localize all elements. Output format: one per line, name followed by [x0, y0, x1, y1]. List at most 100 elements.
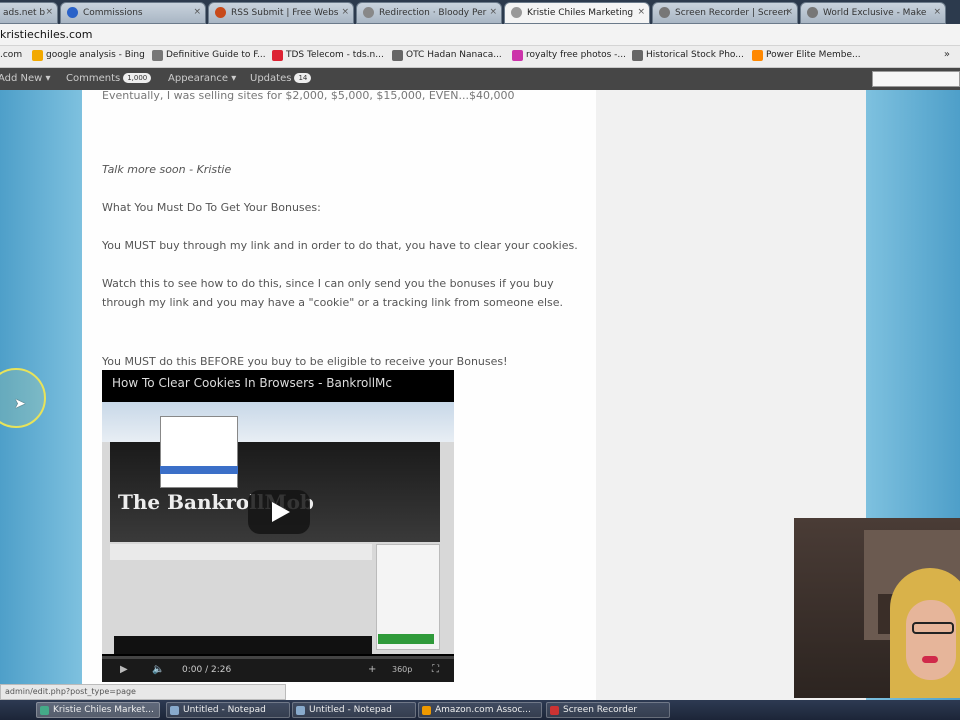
- bookmarks-more-button[interactable]: »: [944, 49, 950, 60]
- windows-taskbar: Kristie Chiles Market... Untitled - Note…: [0, 700, 960, 720]
- tab-label: Screen Recorder | Screen: [675, 8, 789, 18]
- embedded-video-player[interactable]: How To Clear Cookies In Browsers - Bankr…: [102, 370, 454, 682]
- tab-1[interactable]: Commissions ×: [60, 2, 206, 24]
- taskbar-item-1[interactable]: Untitled - Notepad: [166, 702, 290, 718]
- video-time: 0:00 / 2:26: [182, 665, 232, 675]
- taskbar-item-0[interactable]: Kristie Chiles Market...: [36, 702, 160, 718]
- mail-icon: [272, 50, 283, 61]
- bookmark-icon: [512, 50, 523, 61]
- thumbnail-menu-highlight: [160, 466, 238, 474]
- close-icon[interactable]: ×: [489, 7, 497, 17]
- taskbar-label: Untitled - Notepad: [309, 705, 392, 715]
- updates-menu[interactable]: Updates 14: [250, 73, 312, 84]
- page-icon: [511, 7, 522, 18]
- taskbar-item-3[interactable]: Amazon.com Assoc...: [418, 702, 542, 718]
- bookmark-label: Power Elite Membe...: [766, 50, 861, 60]
- webcam-overlay: [794, 518, 960, 698]
- post-cut-line: Eventually, I was selling sites for $2,0…: [102, 89, 515, 102]
- close-icon[interactable]: ×: [785, 7, 793, 17]
- bookmark-icon: [152, 50, 163, 61]
- tab-6[interactable]: World Exclusive - Make ×: [800, 2, 946, 24]
- tab-label: Commissions: [83, 8, 143, 18]
- thumbnail-signup-button: [378, 634, 434, 644]
- comments-count-badge: 1,000: [123, 73, 152, 83]
- bookmark-icon: [752, 50, 763, 61]
- close-icon[interactable]: ×: [637, 7, 645, 17]
- play-icon[interactable]: ▶: [120, 664, 128, 675]
- browser-tab-strip: ads.net b × Commissions × RSS Submit | F…: [0, 0, 960, 24]
- tab-0[interactable]: ads.net b ×: [0, 2, 58, 24]
- bookmarks-bar: .com google analysis - Bing Definitive G…: [0, 46, 960, 68]
- thumbnail-dropdown-menu: [160, 416, 238, 488]
- taskbar-label: Screen Recorder: [563, 705, 638, 715]
- bookmark-label: Definitive Guide to F...: [166, 50, 266, 60]
- url-text[interactable]: kristiechiles.com: [0, 28, 92, 41]
- webcam-presenter-glasses: [912, 622, 954, 634]
- bookmark-6[interactable]: Historical Stock Pho...: [632, 50, 744, 61]
- fullscreen-icon[interactable]: ⛶: [432, 664, 439, 675]
- post-signoff: Talk more soon - Kristie: [102, 163, 232, 176]
- address-bar[interactable]: kristiechiles.com: [0, 24, 960, 46]
- post-heading: What You Must Do To Get Your Bonuses:: [102, 201, 321, 214]
- play-button[interactable]: [248, 490, 310, 534]
- bookmark-0[interactable]: .com: [0, 50, 22, 60]
- thumbnail-browser-toolbar: [102, 402, 454, 442]
- video-title[interactable]: How To Clear Cookies In Browsers - Bankr…: [112, 376, 392, 390]
- taskbar-item-2[interactable]: Untitled - Notepad: [292, 702, 416, 718]
- close-icon[interactable]: ×: [341, 7, 349, 17]
- rss-icon: [215, 7, 226, 18]
- tab-3[interactable]: Redirection · Bloody Per ×: [356, 2, 502, 24]
- comments-menu[interactable]: Comments 1,000: [66, 73, 152, 84]
- browser-status-bar: admin/edit.php?post_type=page: [0, 684, 286, 700]
- chrome-icon: [40, 706, 49, 715]
- tab-label: RSS Submit | Free Webs: [231, 8, 339, 18]
- post-paragraph-2: Watch this to see how to do this, since …: [102, 277, 564, 309]
- webcam-presenter-lips: [922, 656, 938, 663]
- admin-search-input[interactable]: [872, 71, 960, 87]
- updates-label: Updates: [250, 73, 292, 84]
- tab-label: ads.net b: [3, 8, 46, 18]
- taskbar-item-4[interactable]: Screen Recorder: [546, 702, 670, 718]
- bookmark-1[interactable]: google analysis - Bing: [32, 50, 145, 61]
- expand-icon[interactable]: +: [368, 664, 376, 675]
- bookmark-label: .com: [0, 50, 23, 60]
- bookmark-2[interactable]: Definitive Guide to F...: [152, 50, 266, 61]
- post-paragraph-1: You MUST buy through my link and in orde…: [102, 239, 578, 252]
- bookmark-label: OTC Hadan Nanaca...: [406, 50, 502, 60]
- bing-icon: [32, 50, 43, 61]
- tab-label: World Exclusive - Make: [823, 8, 927, 18]
- thumbnail-partner-logos: [114, 636, 372, 654]
- tab-2[interactable]: RSS Submit | Free Webs ×: [208, 2, 354, 24]
- bookmark-7[interactable]: Power Elite Membe...: [752, 50, 861, 61]
- browser-icon: [422, 706, 431, 715]
- tab-4-active[interactable]: Kristie Chiles Marketing ×: [504, 2, 650, 24]
- bookmark-icon: [392, 50, 403, 61]
- bookmark-label: TDS Telecom - tds.n...: [286, 50, 384, 60]
- globe-icon: [807, 7, 818, 18]
- add-new-menu[interactable]: Add New ▾: [0, 73, 51, 84]
- tab-label: Kristie Chiles Marketing: [527, 8, 634, 18]
- bookmark-5[interactable]: royalty free photos -...: [512, 50, 626, 61]
- post-paragraph-3: You MUST do this BEFORE you buy to be el…: [102, 355, 508, 368]
- appearance-menu[interactable]: Appearance ▾: [168, 73, 236, 84]
- volume-icon[interactable]: 🔈: [152, 664, 164, 675]
- close-icon[interactable]: ×: [933, 7, 941, 17]
- tab-label: Redirection · Bloody Per: [379, 8, 487, 18]
- bookmark-3[interactable]: TDS Telecom - tds.n...: [272, 50, 384, 61]
- video-controls: ▶ 🔈 0:00 / 2:26 + 360p ⛶: [102, 656, 454, 682]
- quality-button[interactable]: 360p: [392, 665, 412, 674]
- redirect-icon: [363, 7, 374, 18]
- comments-label: Comments: [66, 73, 121, 84]
- tab-5[interactable]: Screen Recorder | Screen ×: [652, 2, 798, 24]
- taskbar-label: Kristie Chiles Market...: [53, 705, 154, 715]
- close-icon[interactable]: ×: [193, 7, 201, 17]
- bookmark-4[interactable]: OTC Hadan Nanaca...: [392, 50, 502, 61]
- notepad-icon: [296, 706, 305, 715]
- close-icon[interactable]: ×: [45, 7, 53, 17]
- recorder-icon: [550, 706, 559, 715]
- taskbar-label: Untitled - Notepad: [183, 705, 266, 715]
- bookmark-label: google analysis - Bing: [46, 50, 145, 60]
- video-progress-bar[interactable]: [102, 656, 454, 659]
- thumbnail-nav-bar: [110, 544, 372, 560]
- bookmark-label: Historical Stock Pho...: [646, 50, 744, 60]
